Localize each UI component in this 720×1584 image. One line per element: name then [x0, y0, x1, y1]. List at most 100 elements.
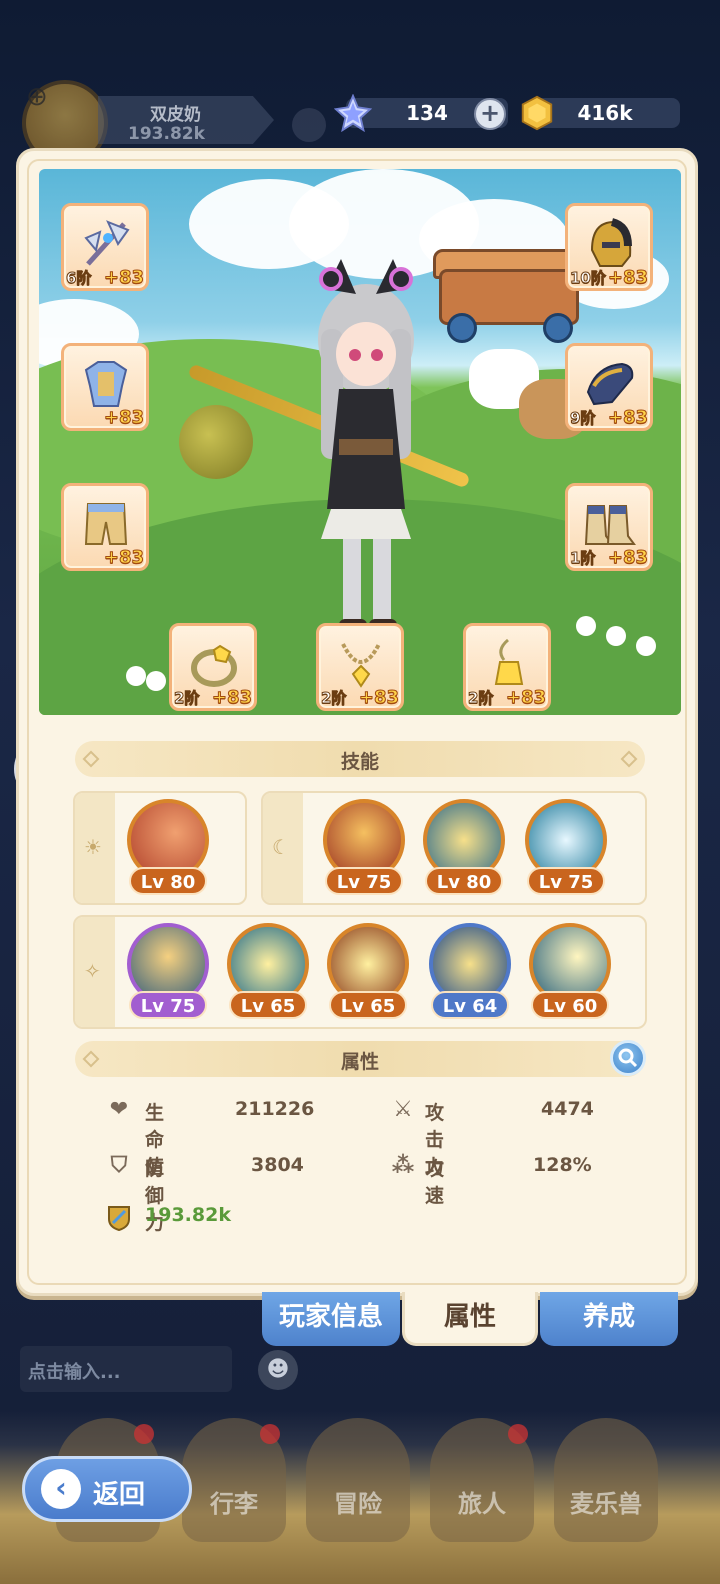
nav-luggage-label: 行李: [210, 1490, 258, 1518]
top-bar: ⊕ 双皮奶 193.82k 134 + 416k: [0, 0, 720, 166]
equip-bonus: +83: [607, 407, 648, 429]
equip-slot-armor[interactable]: +83: [61, 343, 149, 431]
skill-slot[interactable]: Lv 75: [319, 795, 409, 899]
equip-slot-necklace[interactable]: 2阶 +83: [316, 623, 404, 711]
skill-slot[interactable]: Lv 75: [123, 919, 213, 1023]
necklace-icon: [341, 643, 381, 688]
skill-level: Lv 75: [527, 867, 605, 895]
equip-bonus: +83: [103, 547, 144, 569]
flower: [149, 674, 163, 688]
leg-armor-icon: [84, 503, 128, 545]
notification-dot: [134, 1424, 154, 1444]
notification-dot: [260, 1424, 280, 1444]
target-icon: ⊕: [26, 82, 48, 112]
nav-adventure-label: 冒险: [334, 1490, 382, 1518]
magnifier-icon: [618, 1048, 638, 1068]
equip-tier: 1阶: [569, 549, 596, 568]
skill-slot[interactable]: Lv 64: [425, 919, 515, 1023]
skill-slot[interactable]: Lv 80: [123, 795, 213, 899]
attributes-title: 属性: [340, 1051, 379, 1073]
equip-bonus: +83: [505, 687, 546, 709]
power-shield-icon: [108, 1206, 130, 1231]
equip-slot-boots[interactable]: 1阶 +83: [565, 483, 653, 571]
nav-traveler[interactable]: 旅人: [430, 1418, 534, 1542]
equip-bonus: +83: [607, 267, 648, 289]
shield-icon: ⛉: [110, 1153, 128, 1178]
skill-slot[interactable]: Lv 60: [525, 919, 615, 1023]
tab-attributes[interactable]: 属性: [402, 1292, 538, 1346]
nav-pets[interactable]: 麦乐兽: [554, 1418, 658, 1542]
skill-group-star: ✧ Lv 75 Lv 65 Lv 65 Lv 64 Lv 60: [73, 915, 647, 1029]
chat-input[interactable]: 点击输入...: [20, 1346, 232, 1392]
skills-title: 技能: [340, 751, 379, 773]
boots-icon: [584, 505, 636, 545]
equip-bonus: +83: [607, 547, 648, 569]
skill-level: Lv 60: [531, 991, 609, 1019]
skill-level: Lv 65: [329, 991, 407, 1019]
staff-head: [179, 405, 253, 479]
hp-value: 211226: [235, 1098, 315, 1120]
back-button[interactable]: ‹ 返回: [22, 1456, 192, 1522]
equip-tier: 2阶: [320, 689, 347, 708]
equip-slot-ring[interactable]: 2阶 +83: [169, 623, 257, 711]
axe-icon: [84, 220, 130, 266]
wagon-wheel: [543, 313, 573, 343]
skill-slot[interactable]: Lv 80: [419, 795, 509, 899]
skill-slot[interactable]: Lv 65: [223, 919, 313, 1023]
coin-count: 416k: [577, 101, 633, 125]
equip-slot-helmet[interactable]: 10阶 +83: [565, 203, 653, 291]
equip-tier: 10阶: [570, 269, 607, 288]
skill-level: Lv 80: [129, 867, 207, 895]
skill-tab: ☾: [263, 793, 303, 903]
character-avatar[interactable]: [301, 259, 431, 659]
equip-slot-amulet[interactable]: 2阶 +83: [463, 623, 551, 711]
skill-level: Lv 80: [425, 867, 503, 895]
wagon-wheel: [447, 313, 477, 343]
equip-slot-gloves[interactable]: 9阶 +83: [565, 343, 653, 431]
defense-value: 3804: [251, 1154, 304, 1176]
add-gems-button[interactable]: +: [474, 98, 506, 130]
sparkle-icon: ✧: [84, 959, 101, 983]
attack-speed-label: 攻速: [425, 1158, 445, 1207]
equip-bonus: +83: [211, 687, 252, 709]
equip-bonus: +83: [103, 407, 144, 429]
combat-power-value: 193.82k: [145, 1204, 231, 1226]
nav-traveler-label: 旅人: [458, 1490, 506, 1518]
helmet-icon: [590, 218, 632, 267]
nav-adventure[interactable]: 冒险: [306, 1418, 410, 1542]
equip-tier: 9阶: [569, 409, 596, 428]
notification-dot: [508, 1424, 528, 1444]
chat-placeholder: 点击输入...: [28, 1362, 121, 1383]
attributes-detail-button[interactable]: [610, 1040, 646, 1076]
skill-slot[interactable]: Lv 75: [521, 795, 611, 899]
skill-slot[interactable]: Lv 65: [323, 919, 413, 1023]
heart-icon: ❤: [109, 1097, 129, 1122]
equip-slot-pants[interactable]: +83: [61, 483, 149, 571]
skill-group-sun: ☀ Lv 80: [73, 791, 247, 905]
back-label: 返回: [93, 1480, 146, 1510]
flower: [639, 639, 653, 653]
skill-tab: ☀: [75, 793, 115, 903]
attack-value: 4474: [541, 1098, 594, 1120]
character-panel: 6阶 +83 10阶 +83 +83 9阶 +83 +83 1阶 +83 2阶 …: [16, 148, 698, 1296]
sun-icon: ☀: [84, 835, 102, 859]
speed-nodes-icon: ⁂: [391, 1153, 415, 1178]
equip-tier: 6阶: [65, 269, 92, 288]
skill-level: Lv 65: [229, 991, 307, 1019]
equip-tier: 2阶: [467, 689, 494, 708]
equip-bonus: +83: [103, 267, 144, 289]
equip-slot-weapon[interactable]: 6阶 +83: [61, 203, 149, 291]
crossed-swords-icon: ⚔: [393, 1097, 413, 1122]
tab-player-info[interactable]: 玩家信息: [262, 1292, 400, 1346]
nav-pets-label: 麦乐兽: [570, 1490, 642, 1518]
player-power: 193.82k: [128, 124, 205, 144]
attack-speed-value: 128%: [533, 1154, 592, 1176]
emoji-button[interactable]: ☻: [258, 1350, 298, 1390]
equip-bonus: +83: [358, 687, 399, 709]
tab-cultivate[interactable]: 养成: [540, 1292, 678, 1346]
nav-luggage[interactable]: 行李: [182, 1418, 286, 1542]
armor-icon: [84, 361, 128, 407]
coin-currency: 416k: [521, 95, 680, 131]
guild-badge-icon[interactable]: [292, 108, 326, 142]
skill-tab: ✧: [75, 917, 115, 1027]
